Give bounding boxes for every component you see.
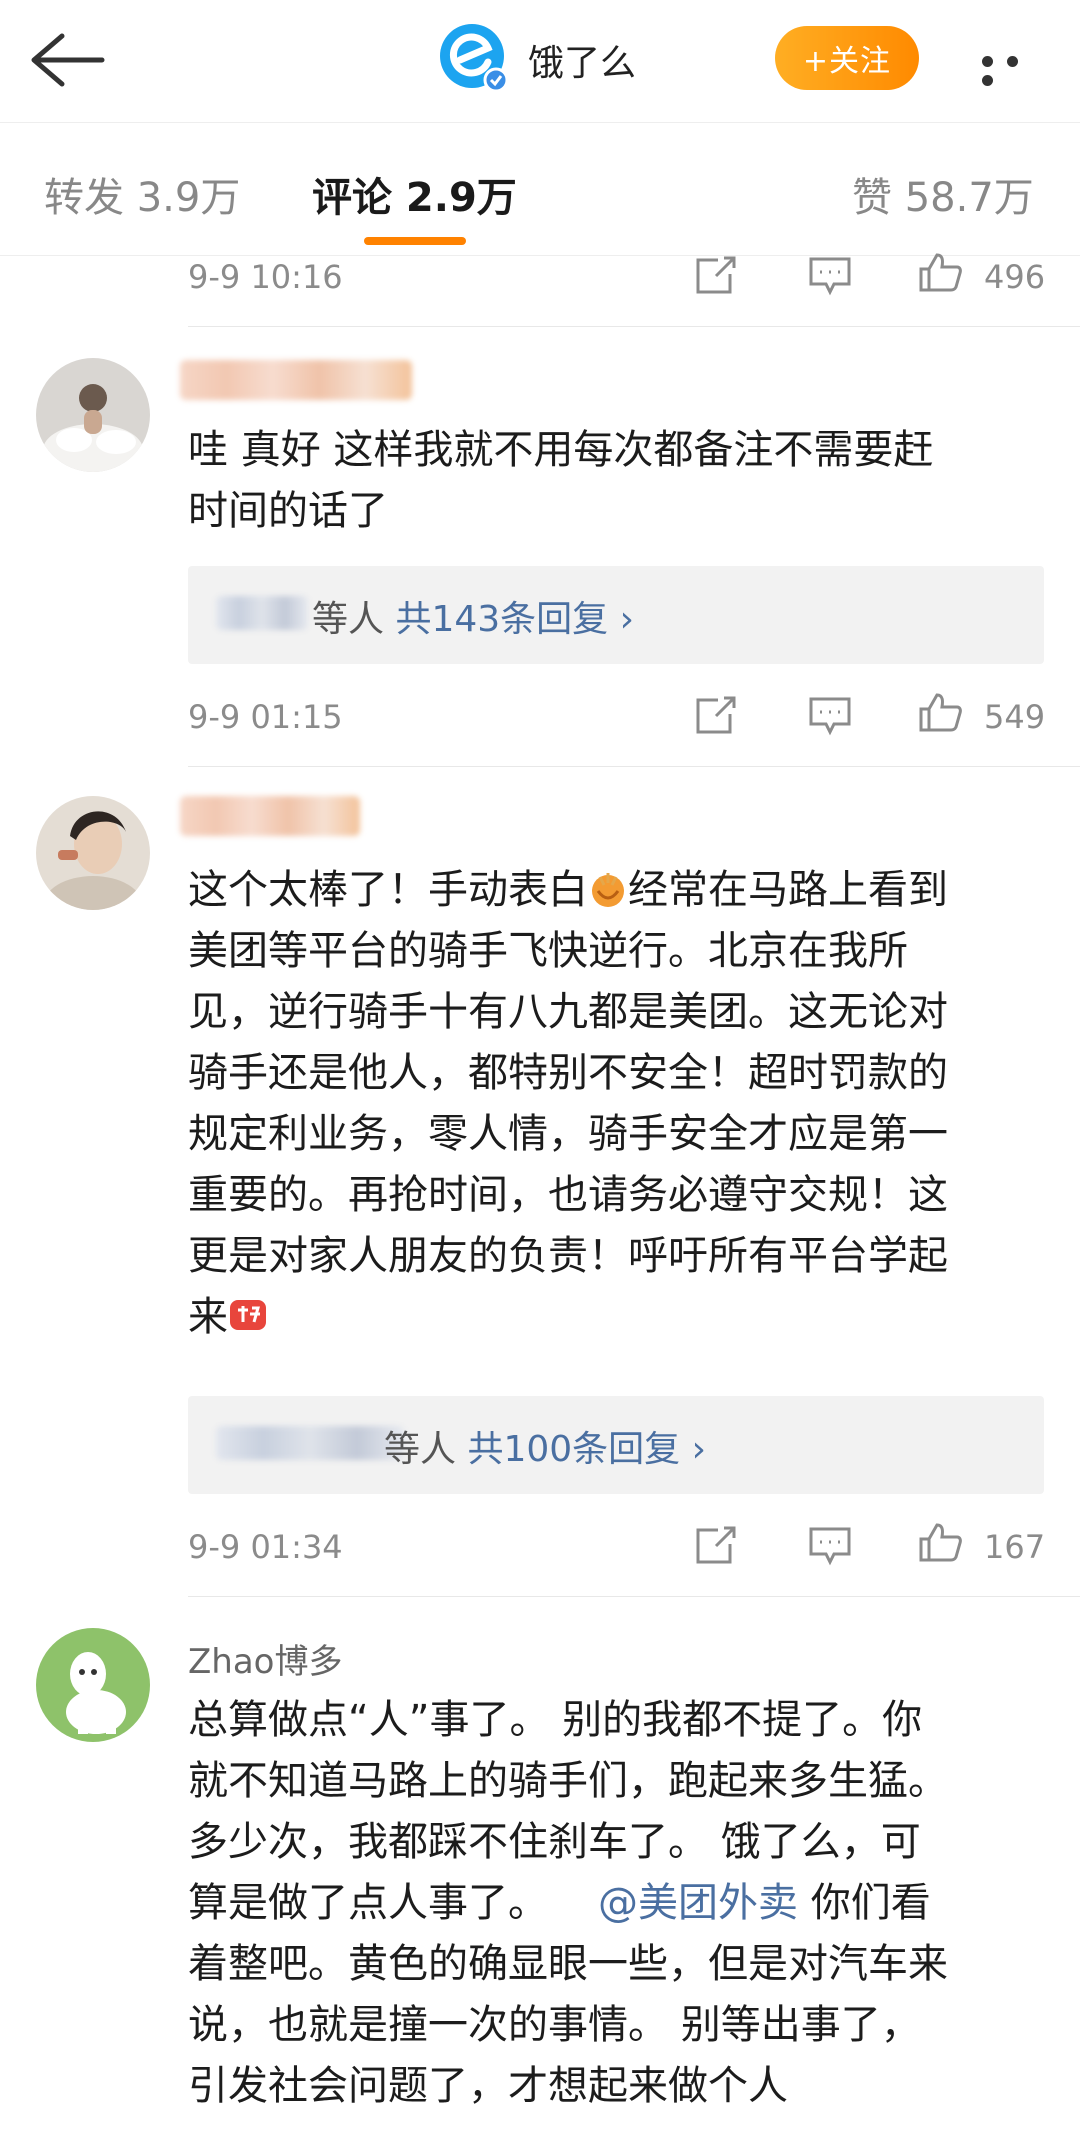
avatar[interactable] (36, 796, 150, 910)
divider (188, 326, 1080, 327)
comment-timestamp: 9-9 10:16 (188, 258, 343, 296)
tab-bar: 转发 3.9万 评论 2.9万 赞 58.7万 (0, 122, 1080, 256)
divider (188, 1596, 1080, 1597)
like-count: 496 (984, 258, 1046, 296)
active-tab-indicator (364, 237, 466, 245)
page-title: 饿了么 (528, 43, 637, 84)
like-icon[interactable] (918, 692, 962, 732)
divider (188, 766, 1080, 767)
view-replies-link[interactable]: 共143条回复 › (395, 599, 634, 640)
reply-suffix: 等人 (312, 599, 385, 640)
comment-icon[interactable] (808, 696, 852, 736)
tab-comments[interactable]: 评论 2.9万 (312, 165, 517, 223)
eleme-logo-icon (440, 24, 509, 93)
replies-box[interactable]: 等人 共143条回复 › (188, 566, 1044, 664)
like-icon[interactable] (918, 252, 962, 292)
blurred-username[interactable] (180, 796, 360, 836)
comment-text: 总算做点“人”事了。 别的我都不提了。你 就不知道马路上的骑手们，跑起来多生猛。… (188, 1697, 948, 2109)
repost-icon[interactable] (694, 1526, 738, 1566)
more-options-icon[interactable] (982, 52, 1052, 86)
view-replies-link[interactable]: 共100条回复 › (467, 1429, 706, 1470)
repost-icon[interactable] (694, 256, 738, 296)
like-icon[interactable] (918, 1522, 962, 1562)
username[interactable]: Zhao博多 (188, 1634, 342, 1683)
comment-icon[interactable] (808, 256, 852, 296)
comment-text: 哇 真好 这样我就不用每次都备注不需要赶 时间的话了 (188, 427, 934, 534)
back-arrow-icon[interactable] (26, 30, 106, 90)
comment-text: 这个太棒了！手动表白 经常在马路上看到 美团等平台的骑手飞快逆行。北京在我所 见，… (188, 867, 948, 1340)
tab-reposts[interactable]: 转发 3.9万 (44, 165, 240, 223)
tab-likes[interactable]: 赞 58.7万 (852, 165, 1034, 223)
avatar[interactable] (36, 358, 150, 472)
repost-icon[interactable] (694, 696, 738, 736)
reply-suffix: 等人 (384, 1429, 457, 1470)
blurred-username[interactable] (180, 360, 412, 400)
clapping-emoji-icon (592, 873, 624, 907)
blurred-replier-names (216, 1426, 404, 1460)
like-count: 167 (984, 1528, 1046, 1566)
top-bar: 饿了么 +关注 (0, 0, 1080, 120)
cheer-emoji-icon (230, 1300, 266, 1330)
like-count: 549 (984, 698, 1046, 736)
comment-timestamp: 9-9 01:34 (188, 1528, 343, 1566)
blurred-replier-names (216, 596, 308, 630)
replies-box[interactable]: 等人 共100条回复 › (188, 1396, 1044, 1494)
follow-button[interactable]: +关注 (775, 26, 919, 90)
comment-icon[interactable] (808, 1526, 852, 1566)
comment-timestamp: 9-9 01:15 (188, 698, 343, 736)
mention-link[interactable]: @美团外卖 (598, 1880, 798, 1926)
avatar[interactable] (36, 1628, 150, 1742)
